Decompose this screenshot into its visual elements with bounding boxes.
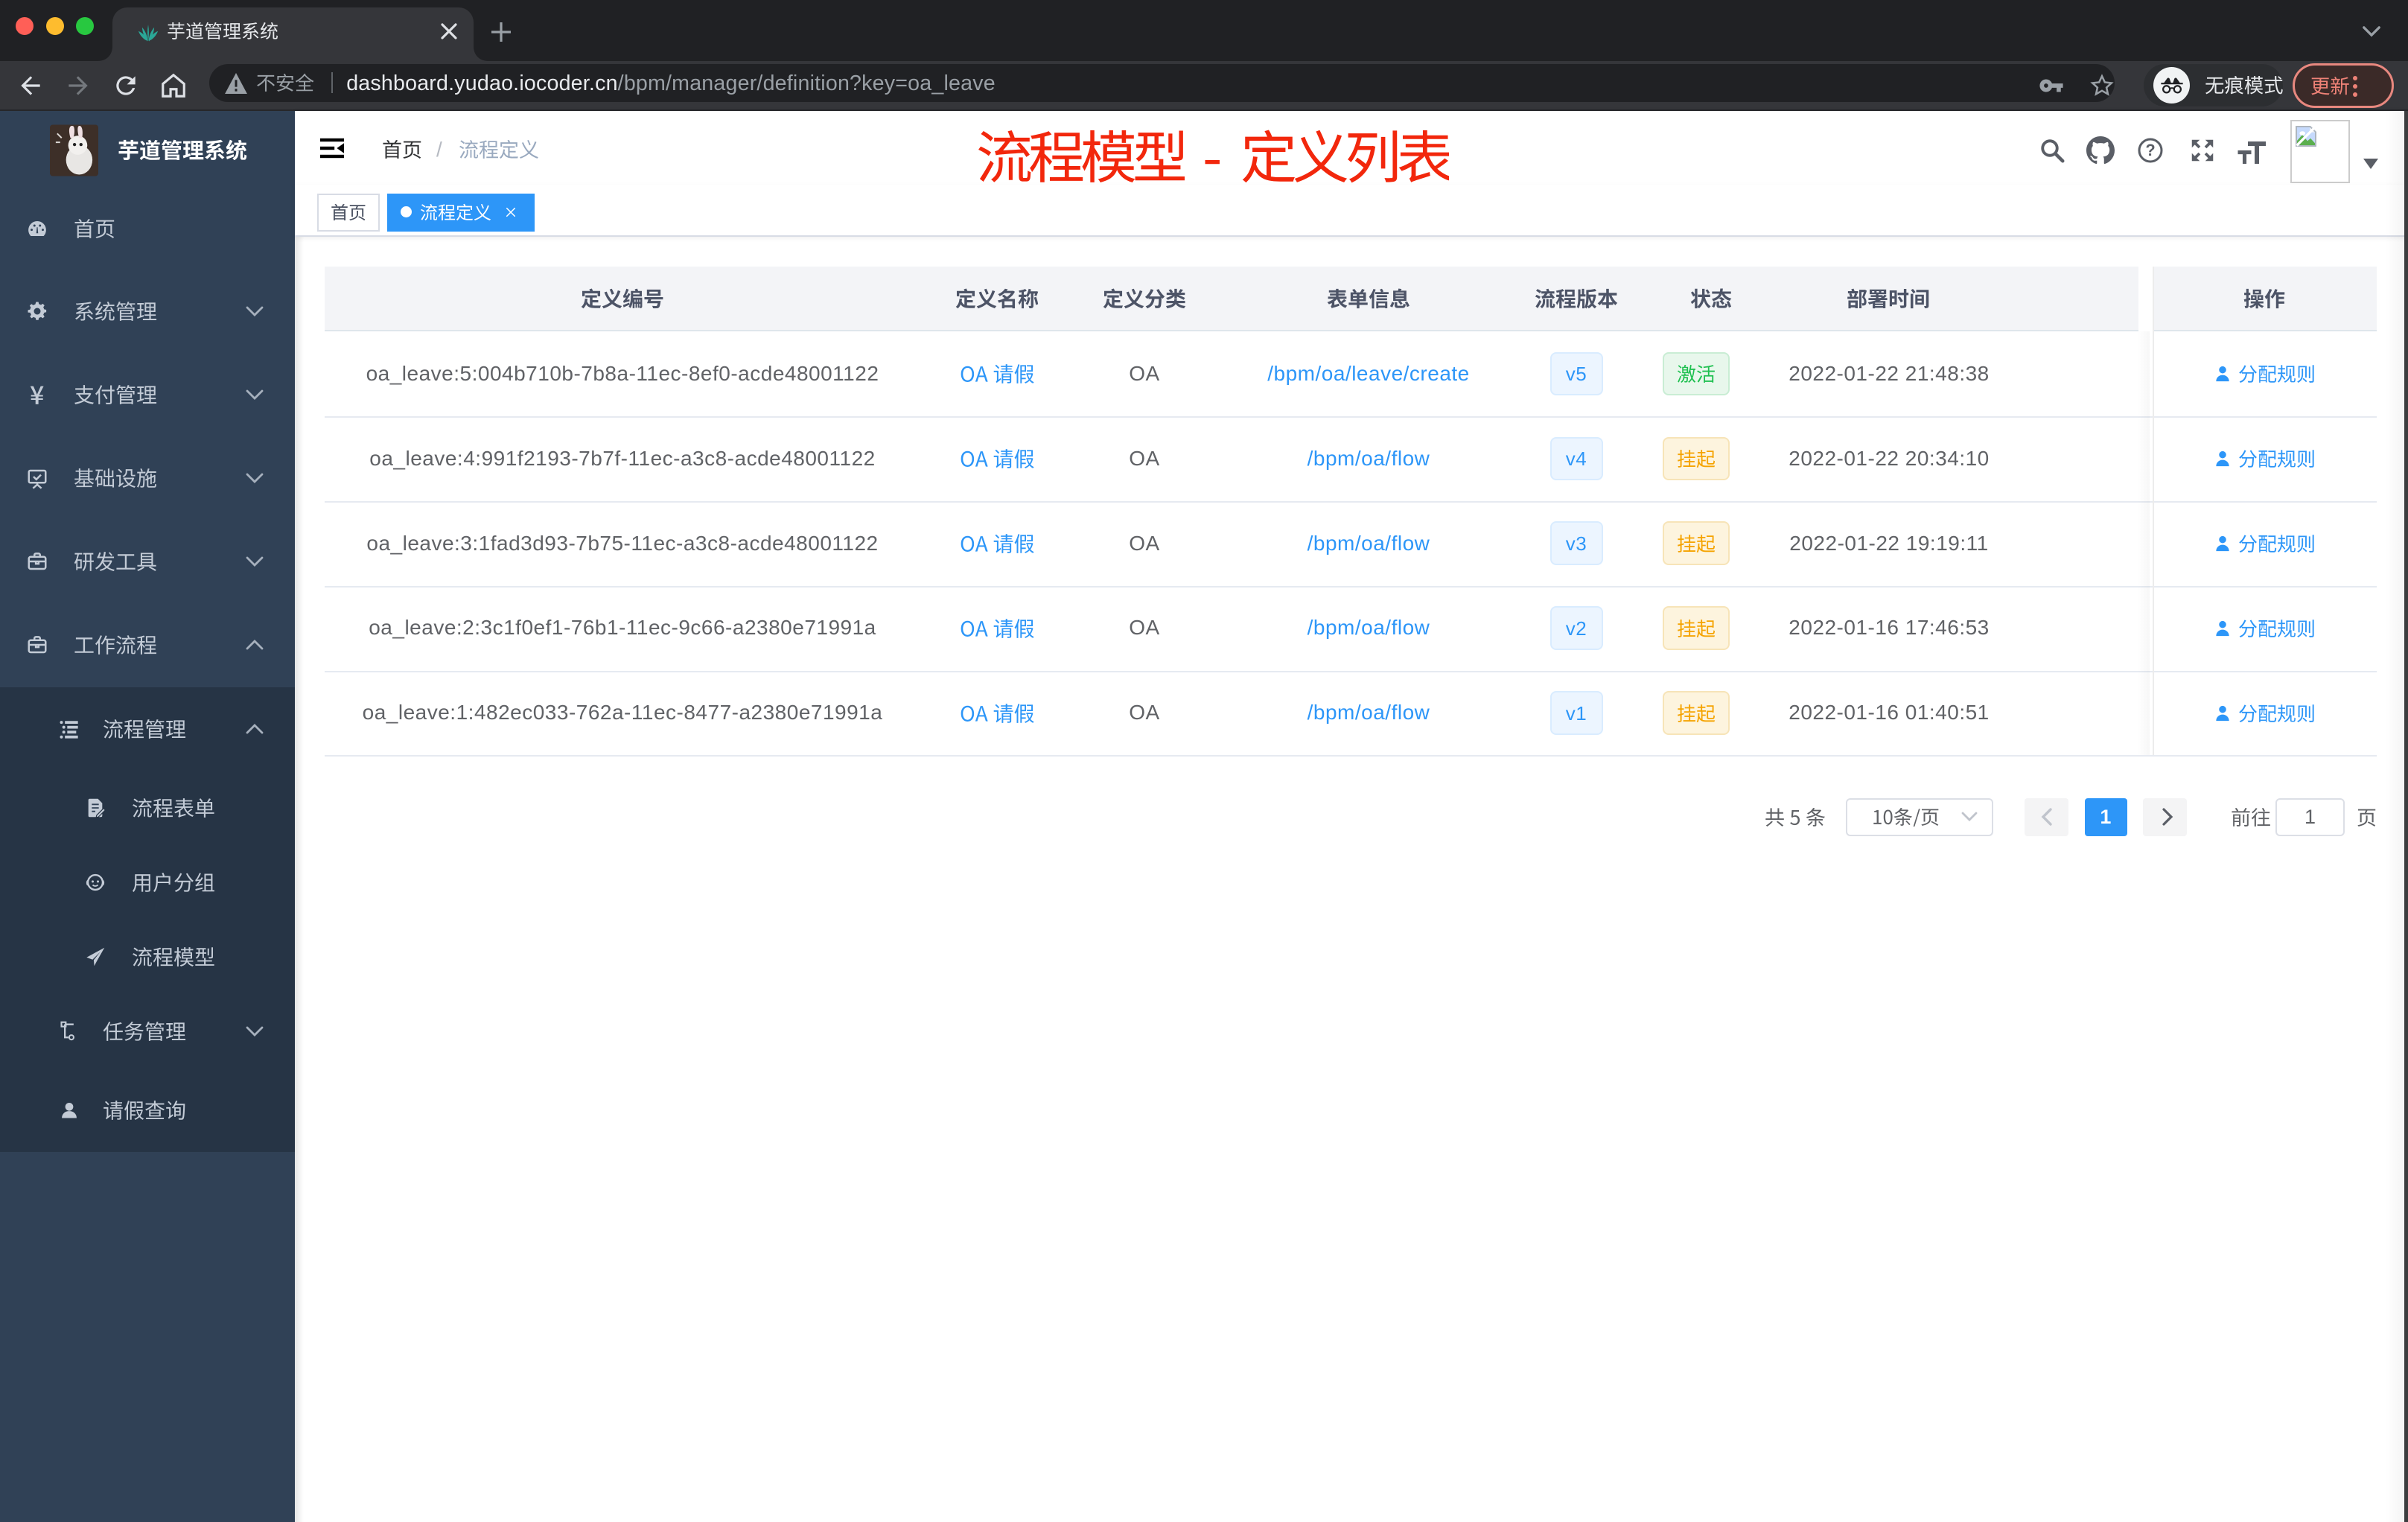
svg-text:?: ? (2145, 141, 2155, 159)
